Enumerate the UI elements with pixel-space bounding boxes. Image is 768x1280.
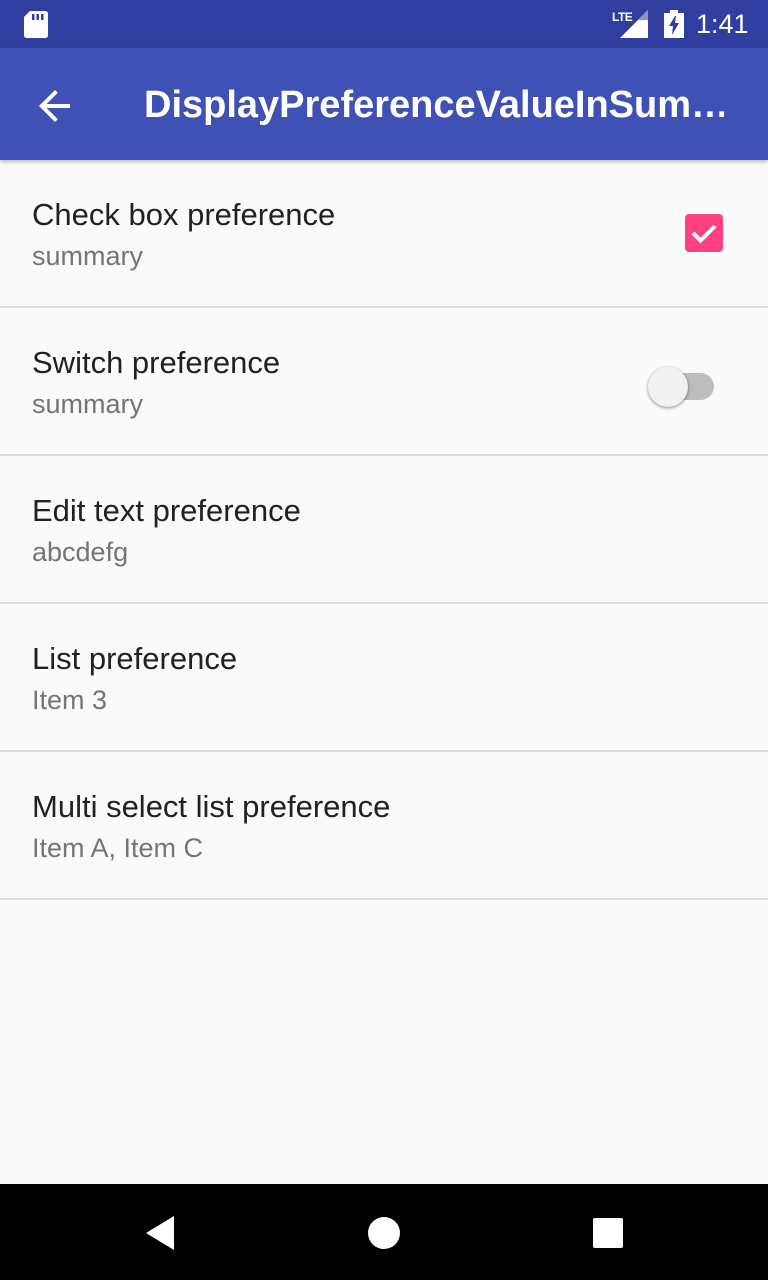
edit-text-preference[interactable]: Edit text preference abcdefg [0, 456, 768, 604]
switch-thumb [648, 367, 688, 407]
list-preference[interactable]: List preference Item 3 [0, 604, 768, 752]
preference-title: Switch preference [32, 345, 281, 380]
sd-card-icon [24, 11, 48, 38]
page-title: DisplayPreferenceValueInSum… [144, 84, 724, 126]
status-time: 1:41 [696, 9, 749, 39]
preference-summary: Item 3 [32, 685, 108, 715]
preference-title: Multi select list preference [32, 789, 391, 824]
preference-summary: summary [32, 241, 144, 271]
preference-summary: summary [32, 389, 144, 419]
switch-toggle-off[interactable] [648, 366, 718, 408]
checkmark-icon [691, 224, 717, 244]
app-bar: DisplayPreferenceValueInSum… [0, 48, 768, 160]
switch-preference[interactable]: Switch preference summary [0, 308, 768, 456]
preference-title: Check box preference [32, 197, 336, 232]
navigation-bar [0, 1184, 768, 1280]
checkbox-checked[interactable] [685, 214, 723, 252]
multi-select-list-preference[interactable]: Multi select list preference Item A, Ite… [0, 752, 768, 900]
preference-summary: Item A, Item C [32, 833, 204, 863]
network-type-label: LTE [612, 10, 633, 24]
preference-list: Check box preference summary Switch pref… [0, 160, 768, 900]
home-circle-icon[interactable] [366, 1215, 402, 1251]
recents-square-icon[interactable] [592, 1217, 624, 1249]
arrow-back-icon[interactable] [30, 82, 78, 130]
checkbox-preference[interactable]: Check box preference summary [0, 160, 768, 308]
preference-title: List preference [32, 641, 238, 676]
back-triangle-icon[interactable] [144, 1216, 176, 1250]
status-bar: LTE 1:41 [0, 0, 768, 48]
preference-title: Edit text preference [32, 493, 301, 528]
battery-charging-icon [664, 10, 684, 38]
preference-summary: abcdefg [32, 537, 129, 567]
